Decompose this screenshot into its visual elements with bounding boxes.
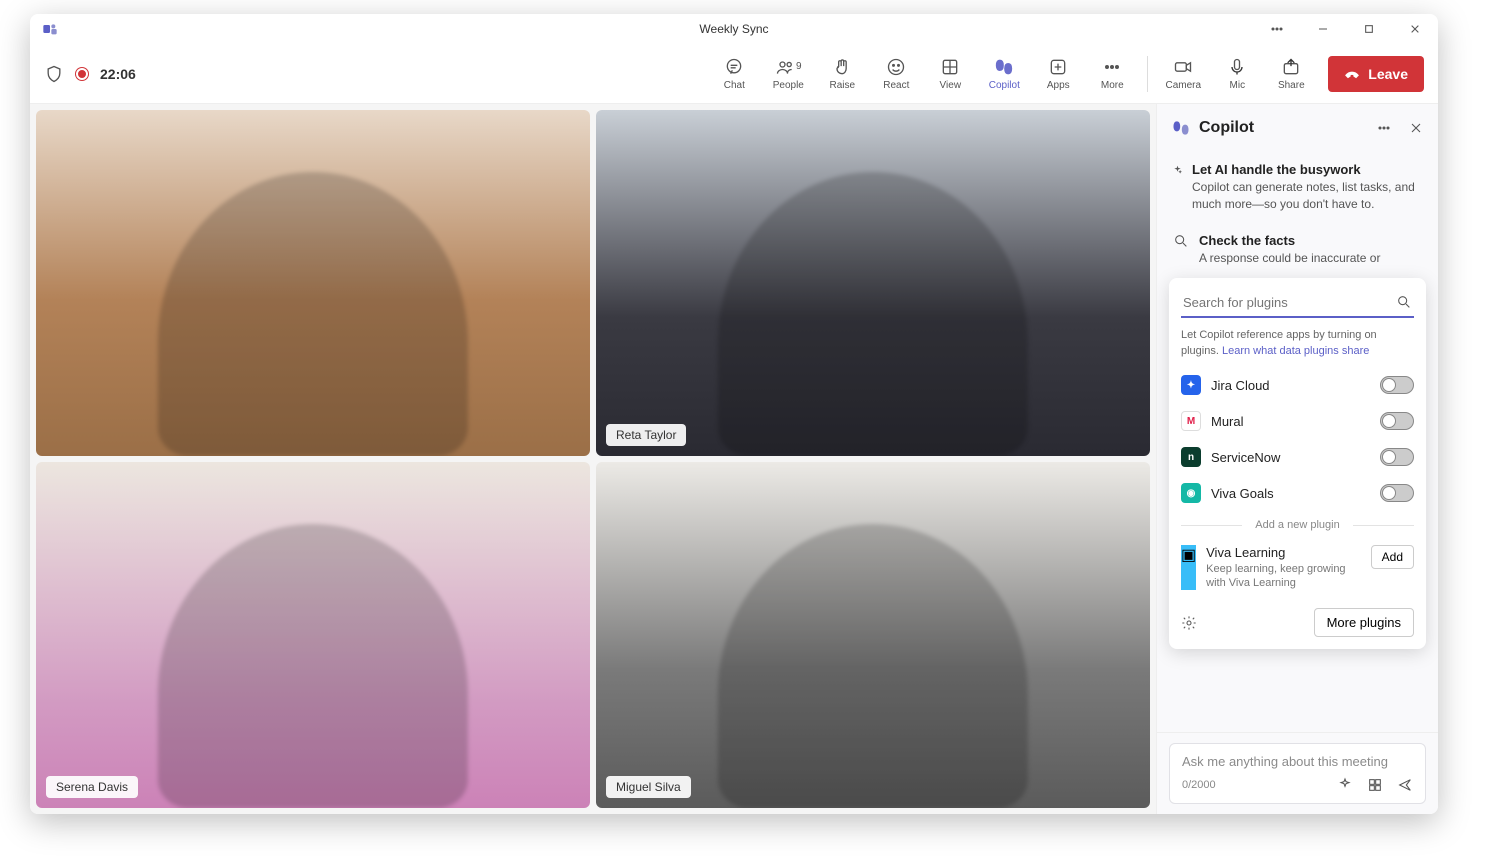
- viva-learning-icon: ▣: [1181, 545, 1196, 590]
- react-button[interactable]: React: [869, 53, 923, 95]
- copilot-tip-card: Check the facts A response could be inac…: [1169, 223, 1426, 277]
- plugin-row: ◉ Viva Goals: [1181, 475, 1414, 511]
- more-icon: [1102, 57, 1122, 77]
- plugin-toggle[interactable]: [1380, 412, 1414, 430]
- camera-button[interactable]: Camera: [1156, 53, 1210, 95]
- plugins-grid-icon[interactable]: [1367, 777, 1383, 793]
- char-counter: 0/2000: [1182, 779, 1216, 791]
- people-button[interactable]: 9 People: [761, 53, 815, 95]
- new-plugin-row: ▣ Viva Learning Keep learning, keep grow…: [1181, 539, 1414, 590]
- plugin-toggle[interactable]: [1380, 484, 1414, 502]
- mic-button[interactable]: Mic: [1210, 53, 1264, 95]
- copilot-title: Copilot: [1199, 119, 1368, 137]
- plugin-toggle[interactable]: [1380, 376, 1414, 394]
- panel-close-icon[interactable]: [1408, 120, 1424, 136]
- apps-icon: [1048, 57, 1068, 77]
- plugin-help-text: Let Copilot reference apps by turning on…: [1181, 328, 1414, 359]
- video-grid: Reta Taylor Serena Davis Miguel Silva: [30, 104, 1156, 814]
- send-icon[interactable]: [1397, 777, 1413, 793]
- participant-tile[interactable]: Serena Davis: [36, 462, 590, 808]
- plugins-popover: Let Copilot reference apps by turning on…: [1169, 278, 1426, 649]
- camera-icon: [1173, 57, 1193, 77]
- copilot-tip-card: Let AI handle the busywork Copilot can g…: [1169, 152, 1426, 223]
- plugin-toggle[interactable]: [1380, 448, 1414, 466]
- raise-hand-button[interactable]: Raise: [815, 53, 869, 95]
- more-plugins-button[interactable]: More plugins: [1314, 608, 1414, 637]
- shield-icon: [44, 64, 64, 84]
- meeting-timer: 22:06: [100, 66, 136, 82]
- people-icon: [775, 57, 795, 77]
- mural-icon: M: [1181, 411, 1201, 431]
- copilot-input-area: Ask me anything about this meeting 0/200…: [1157, 732, 1438, 814]
- plugin-row: n ServiceNow: [1181, 439, 1414, 475]
- grid-icon: [940, 57, 960, 77]
- plugin-help-link[interactable]: Learn what data plugins share: [1222, 345, 1369, 357]
- plugin-search-input[interactable]: [1183, 295, 1390, 310]
- add-plugin-button[interactable]: Add: [1371, 545, 1414, 569]
- title-bar: Weekly Sync: [30, 14, 1438, 44]
- search-check-icon: [1173, 233, 1189, 249]
- people-count: 9: [796, 61, 802, 72]
- recording-indicator-icon: [76, 68, 88, 80]
- more-button[interactable]: More: [1085, 53, 1139, 95]
- jira-icon: ✦: [1181, 375, 1201, 395]
- viva-goals-icon: ◉: [1181, 483, 1201, 503]
- participant-tile[interactable]: Miguel Silva: [596, 462, 1150, 808]
- plugin-row: ✦ Jira Cloud: [1181, 367, 1414, 403]
- more-options-button[interactable]: [1254, 14, 1300, 44]
- minimize-button[interactable]: [1300, 14, 1346, 44]
- smile-icon: [886, 57, 906, 77]
- teams-app-icon: [42, 21, 58, 37]
- toolbar-separator: [1147, 56, 1148, 92]
- copilot-button[interactable]: Copilot: [977, 53, 1031, 95]
- maximize-button[interactable]: [1346, 14, 1392, 44]
- settings-icon[interactable]: [1181, 615, 1197, 631]
- close-button[interactable]: [1392, 14, 1438, 44]
- servicenow-icon: n: [1181, 447, 1201, 467]
- window-title: Weekly Sync: [699, 22, 768, 36]
- view-button[interactable]: View: [923, 53, 977, 95]
- participant-tile[interactable]: [36, 110, 590, 456]
- share-button[interactable]: Share: [1264, 53, 1318, 95]
- plugins-divider: Add a new plugin: [1181, 519, 1414, 531]
- participant-name-chip: Serena Davis: [46, 776, 138, 798]
- chat-button[interactable]: Chat: [707, 53, 761, 95]
- panel-more-icon[interactable]: [1376, 120, 1392, 136]
- meeting-toolbar: 22:06 Chat 9 People Raise React: [30, 44, 1438, 104]
- copilot-text-input[interactable]: Ask me anything about this meeting 0/200…: [1169, 743, 1426, 804]
- hand-icon: [832, 57, 852, 77]
- leave-button[interactable]: Leave: [1328, 56, 1424, 92]
- copilot-icon: [994, 57, 1014, 77]
- participant-name-chip: Miguel Silva: [606, 776, 691, 798]
- sparkle-prompt-icon[interactable]: [1337, 777, 1353, 793]
- copilot-panel: Copilot Let AI handle the busywork Copil…: [1156, 104, 1438, 814]
- phone-hangup-icon: [1344, 66, 1360, 82]
- participant-name-chip: Reta Taylor: [606, 424, 686, 446]
- chat-icon: [724, 57, 744, 77]
- plugin-row: M Mural: [1181, 403, 1414, 439]
- copilot-logo-icon: [1171, 118, 1191, 138]
- share-icon: [1281, 57, 1301, 77]
- participant-tile[interactable]: Reta Taylor: [596, 110, 1150, 456]
- search-icon: [1396, 294, 1412, 310]
- sparkle-icon: [1173, 162, 1182, 178]
- apps-button[interactable]: Apps: [1031, 53, 1085, 95]
- mic-icon: [1227, 57, 1247, 77]
